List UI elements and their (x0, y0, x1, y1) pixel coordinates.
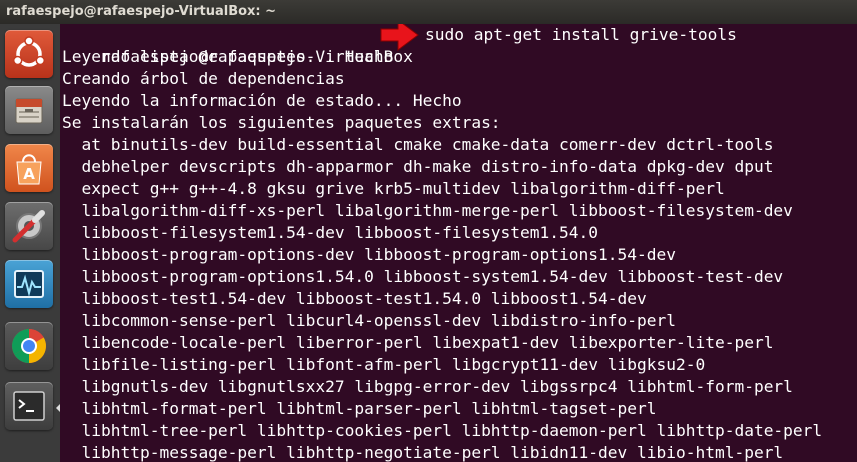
output-line: libfile-listing-perl libfont-afm-perl li… (62, 355, 706, 374)
command-prompt-line: rafaespejo@rafaespejo-VirtualBox sudo ap… (62, 24, 737, 66)
launcher-item-software-center[interactable]: A (5, 144, 53, 192)
output-line: libcommon-sense-perl libcurl4-openssl-de… (62, 311, 676, 330)
launcher-item-terminal[interactable] (5, 382, 53, 430)
output-line: libencode-locale-perl liberror-perl libe… (62, 333, 774, 352)
window-titlebar[interactable]: rafaespejo@rafaespejo-VirtualBox: ~ (0, 0, 857, 24)
command-text: sudo apt-get install grive-tools (425, 25, 737, 44)
launcher-item-system-settings[interactable] (5, 202, 53, 250)
output-line: debhelper devscripts dh-apparmor dh-make… (62, 157, 774, 176)
output-line: libboost-program-options-dev libboost-pr… (62, 245, 676, 264)
output-line: libboost-filesystem1.54-dev libboost-fil… (62, 223, 599, 242)
output-line: libgnutls-dev libgnutlsxx27 libgpg-error… (62, 377, 793, 396)
output-line: Leyendo lista de paquetes... Hecho (62, 47, 394, 66)
launcher-item-files[interactable] (5, 86, 53, 134)
terminal-icon (13, 391, 45, 421)
ubuntu-dash-icon (12, 36, 46, 67)
launcher-item-dash[interactable] (5, 30, 53, 78)
output-line: libboost-program-options1.54.0 libboost-… (62, 267, 784, 286)
window-title: rafaespejo@rafaespejo-VirtualBox: ~ (6, 4, 277, 19)
output-line: libboost-test1.54-dev libboost-test1.54.… (62, 289, 647, 308)
system-settings-icon (12, 210, 45, 243)
output-line: libalgorithm-diff-xs-perl libalgorithm-m… (62, 201, 793, 220)
output-line: expect g++ g++-4.8 gksu grive krb5-multi… (62, 179, 725, 198)
output-line: Se instalarán los siguientes paquetes ex… (62, 113, 501, 132)
chrome-icon (12, 329, 46, 363)
launcher-item-chrome[interactable] (5, 322, 53, 370)
system-monitor-icon (14, 270, 44, 298)
terminal-output[interactable]: rafaespejo@rafaespejo-VirtualBox sudo ap… (60, 24, 857, 462)
output-line: Creando árbol de dependencias (62, 69, 345, 88)
output-line: Leyendo la información de estado... Hech… (62, 91, 462, 110)
output-line: libhtml-tree-perl libhttp-cookies-perl l… (62, 421, 823, 440)
output-line: libhtml-format-perl libhtml-parser-perl … (62, 399, 657, 418)
output-line: at binutils-dev build-essential cmake cm… (62, 135, 774, 154)
launcher-item-system-monitor[interactable] (5, 260, 53, 308)
software-center-icon: A (16, 154, 42, 185)
unity-launcher: A (0, 24, 61, 462)
output-line: libhttp-message-perl libhttp-negotiate-p… (62, 443, 784, 462)
svg-text:A: A (23, 165, 35, 183)
files-icon (15, 98, 43, 124)
